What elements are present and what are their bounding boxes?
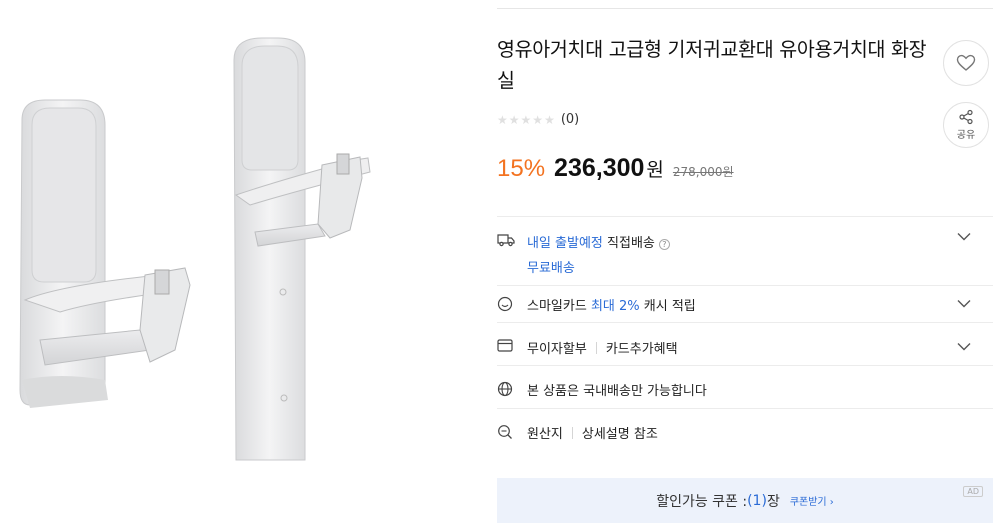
star-icon: ★ — [497, 112, 508, 127]
divider — [497, 408, 993, 409]
coupon-prefix: 할인가능 쿠폰 : — [656, 493, 748, 510]
star-icon: ★ — [532, 112, 544, 127]
star-icon: ★ — [520, 112, 532, 127]
star-icon: ★ — [544, 112, 555, 127]
review-count: (0) — [560, 112, 580, 127]
chevron-down-icon[interactable] — [957, 299, 971, 308]
chevron-down-icon[interactable] — [957, 232, 971, 241]
delivery-method: 직접배송 — [607, 236, 655, 251]
coupon-banner[interactable]: 할인가능 쿠폰 : (1) 장 쿠폰받기 › AD — [497, 478, 993, 523]
shipping-notice-row: 본 상품은 국내배송만 가능합니다 — [497, 380, 993, 399]
card-icon — [497, 339, 513, 352]
smilecard-row[interactable]: 스마일카드 최대 2% 캐시 적립 — [497, 295, 993, 314]
share-label: 공유 — [956, 130, 976, 141]
divider — [497, 365, 993, 366]
chevron-down-icon[interactable] — [957, 342, 971, 351]
origin-row: 원산지 상세설명 참조 — [497, 423, 993, 442]
original-price: 278,000원 — [672, 165, 734, 179]
help-icon[interactable]: ? — [658, 239, 670, 250]
delivery-arrival: 내일 출발예정 — [527, 236, 603, 251]
delivery-fee: 무료배송 — [527, 261, 575, 276]
globe-icon — [497, 381, 513, 397]
card-benefit: 카드추가혜택 — [605, 342, 678, 357]
discount-rate: 15% — [497, 155, 546, 182]
smilecard-highlight: 최대 2% — [590, 299, 640, 314]
shipping-notice: 본 상품은 국내배송만 가능합니다 — [527, 384, 707, 399]
truck-icon — [497, 234, 515, 247]
share-button[interactable]: 공유 — [943, 102, 989, 148]
divider — [497, 322, 993, 323]
get-coupon-link[interactable]: 쿠폰받기 › — [790, 493, 834, 508]
magnifier-icon — [498, 425, 512, 439]
divider — [497, 285, 993, 286]
smilecard-prefix: 스마일카드 — [527, 299, 587, 314]
price-unit: 원 — [646, 159, 664, 181]
ad-badge: AD — [963, 486, 983, 497]
origin-label: 원산지 — [527, 427, 563, 442]
price-row: 15% 236,300 원 278,000원 — [497, 154, 734, 183]
star-icon: ★ — [508, 112, 520, 127]
baby-seat-illustration — [19, 37, 371, 461]
sale-price: 236,300 — [554, 154, 645, 182]
installment-label: 무이자할부 — [527, 342, 587, 357]
product-image[interactable] — [0, 0, 480, 531]
top-divider — [497, 8, 993, 9]
delivery-row[interactable]: 내일 출발예정 직접배송? 무료배송 — [497, 232, 993, 276]
product-info-panel: 영유아거치대 고급형 기저귀교환대 유아용거치대 화장실 공유 ★ ★ ★ ★ … — [497, 0, 993, 531]
wishlist-button[interactable] — [943, 40, 989, 86]
heart-icon — [956, 54, 976, 71]
origin-value: 상세설명 참조 — [581, 427, 658, 442]
smile-card-icon — [497, 296, 513, 312]
share-icon — [959, 109, 973, 125]
coupon-suffix: 장 — [766, 493, 780, 510]
smilecard-suffix: 캐시 적립 — [643, 299, 696, 314]
coupon-count: (1) — [747, 492, 767, 509]
product-title: 영유아거치대 고급형 기저귀교환대 유아용거치대 화장실 — [497, 38, 927, 92]
installment-row[interactable]: 무이자할부 카드추가혜택 — [497, 338, 993, 357]
divider — [497, 216, 993, 217]
rating[interactable]: ★ ★ ★ ★ ★ (0) — [497, 112, 579, 127]
